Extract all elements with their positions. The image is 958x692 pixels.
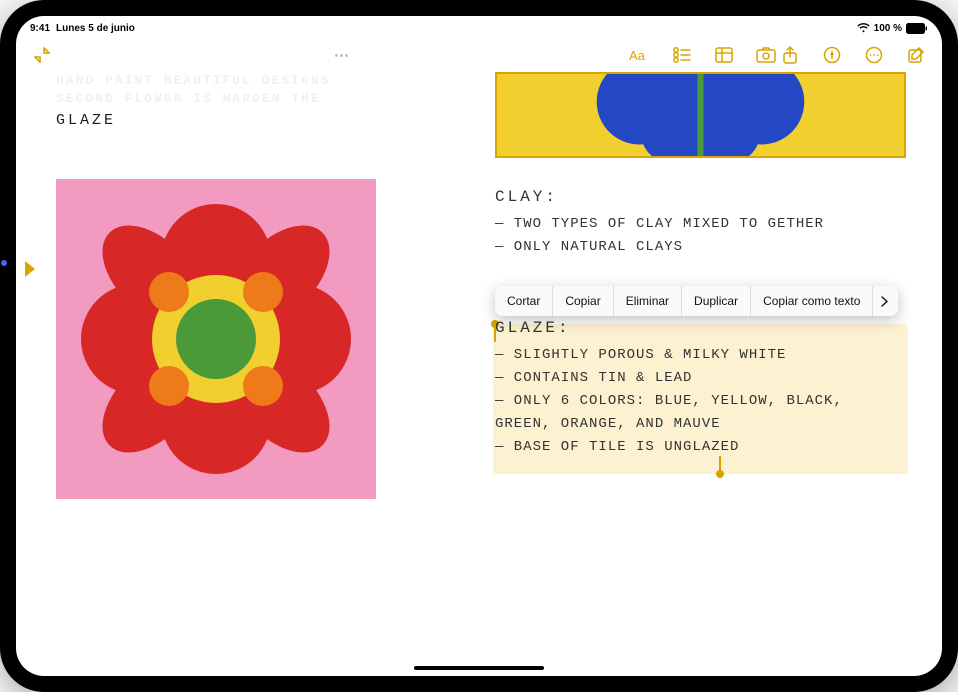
checklist-icon[interactable] — [670, 43, 694, 67]
status-time: 9:41 — [30, 23, 50, 34]
context-menu-copy-as-text[interactable]: Copiar como texto — [751, 286, 872, 316]
share-icon[interactable] — [778, 43, 802, 67]
faded-text-line: HAND PAINT BEAUTIFUL DESIGNS — [56, 72, 467, 90]
camera-icon[interactable] — [754, 43, 778, 67]
markup-icon[interactable] — [820, 43, 844, 67]
clay-line: — TWO TYPES OF CLAY MIXED TO GETHER — [495, 213, 906, 236]
note-content: HAND PAINT BEAUTIFUL DESIGNS SECOND FLOW… — [16, 72, 942, 676]
drawing-tile-yellow[interactable] — [495, 72, 906, 158]
right-column: CLAY: — TWO TYPES OF CLAY MIXED TO GETHE… — [495, 72, 906, 660]
more-icon[interactable] — [862, 43, 886, 67]
status-battery-text: 100 % — [874, 23, 902, 34]
collapse-icon[interactable] — [30, 43, 54, 67]
ipad-device-frame: 9:41 Lunes 5 de junio 100 % — [0, 0, 958, 692]
blue-flower-partial — [497, 74, 904, 156]
context-menu-delete[interactable]: Eliminar — [614, 286, 681, 316]
context-menu-duplicate[interactable]: Duplicar — [682, 286, 750, 316]
compose-icon[interactable] — [904, 43, 928, 67]
context-menu-cut[interactable]: Cortar — [495, 286, 552, 316]
handwritten-label-glaze: GLAZE — [56, 112, 467, 129]
selection-handle-end[interactable] — [716, 470, 724, 478]
faded-text-line: SECOND FLOWER IS HARDEN THE — [56, 90, 467, 108]
status-bar: 9:41 Lunes 5 de junio 100 % — [16, 16, 942, 38]
home-indicator[interactable] — [414, 666, 544, 670]
glaze-line: — SLIGHTLY POROUS & MILKY WHITE — [495, 344, 906, 367]
flower-svg — [66, 189, 366, 489]
svg-text:Aa: Aa — [629, 48, 646, 63]
app-toolbar: Aa — [16, 38, 942, 72]
context-menu-copy[interactable]: Copiar — [553, 286, 612, 316]
glaze-title: GLAZE: — [495, 317, 906, 340]
glaze-line: — BASE OF TILE IS UNGLAZED — [495, 436, 906, 459]
format-icon[interactable]: Aa — [628, 43, 652, 67]
context-menu-more[interactable] — [873, 290, 898, 313]
glaze-line: — CONTAINS TIN & LEAD — [495, 367, 906, 390]
wifi-icon — [857, 23, 870, 33]
side-indicator-dot — [1, 260, 7, 266]
status-date: Lunes 5 de junio — [56, 23, 135, 34]
battery-icon — [906, 23, 928, 34]
glaze-line: — ONLY 6 COLORS: BLUE, YELLOW, BLACK, — [495, 390, 906, 413]
table-icon[interactable] — [712, 43, 736, 67]
clay-line: — ONLY NATURAL CLAYS — [495, 236, 906, 259]
glaze-line: GREEN, ORANGE, AND MAUVE — [495, 413, 906, 436]
clay-title: CLAY: — [495, 186, 906, 209]
context-menu: Cortar Copiar Eliminar Duplicar Copiar c… — [495, 286, 898, 316]
chevron-right-icon — [881, 296, 888, 307]
window-drag-icon[interactable] — [335, 54, 348, 57]
handwriting-glaze-block[interactable]: GLAZE: — SLIGHTLY POROUS & MILKY WHITE —… — [495, 317, 906, 459]
drawing-flower-pink[interactable] — [56, 179, 376, 499]
screen: 9:41 Lunes 5 de junio 100 % — [16, 16, 942, 676]
left-column: HAND PAINT BEAUTIFUL DESIGNS SECOND FLOW… — [56, 72, 467, 660]
handwriting-clay-block[interactable]: CLAY: — TWO TYPES OF CLAY MIXED TO GETHE… — [495, 186, 906, 259]
